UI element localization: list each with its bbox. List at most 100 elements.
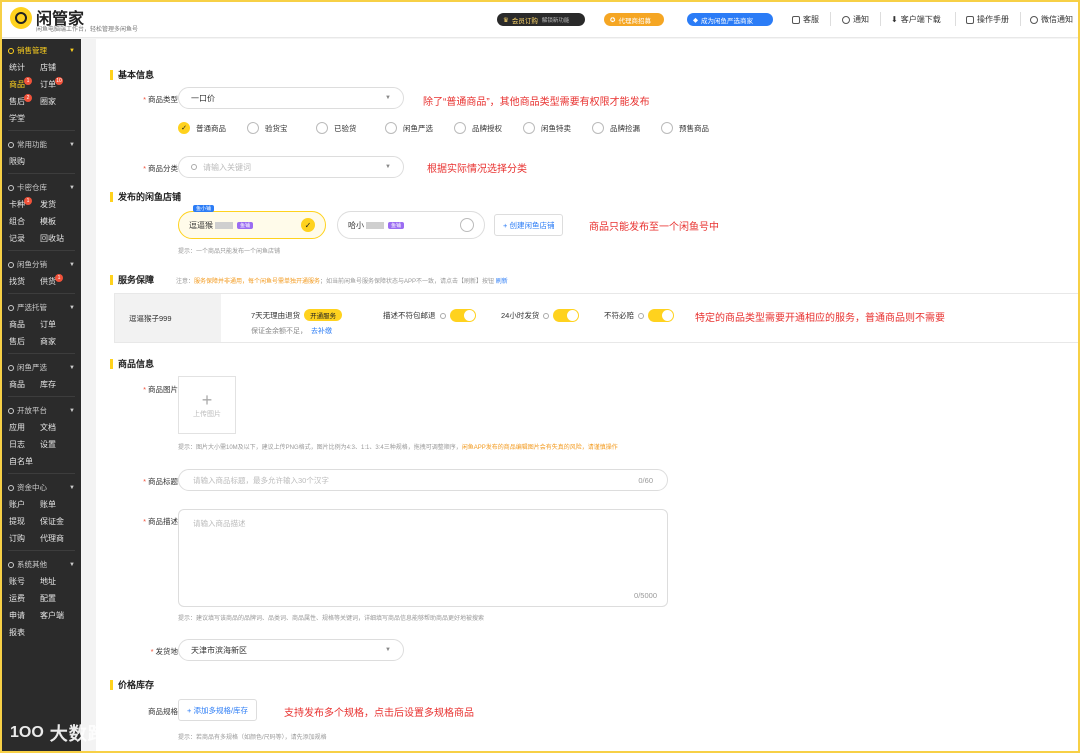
toggle-24h[interactable] [553,309,580,322]
store-card-selected[interactable]: 鱼小铺 逗逼猴 鱼铺 ✓ [178,205,326,239]
chevron-down-icon: ▼ [69,364,75,371]
vip-order-button[interactable]: ♛ 会员订购 解锁新功能 [497,13,585,26]
sidebar-section-header[interactable]: 严选托管 ▼ [2,299,81,316]
sidebar-item[interactable]: 商家 [40,333,80,350]
sidebar-item[interactable]: 运费 [9,590,40,607]
store-card[interactable]: 哈小 鱼铺 [337,211,485,239]
radio-circle-icon [460,218,474,232]
radio-special-sale[interactable]: 闲鱼特卖 [523,122,592,134]
sidebar-item[interactable]: 统计 [9,59,40,76]
radio-label: 预售商品 [679,123,709,133]
product-type-select[interactable]: 一口价 ▼ [178,87,404,109]
sidebar-item[interactable]: 记录 [9,230,40,247]
create-store-button[interactable]: + 创建闲鱼店铺 [494,214,564,236]
section-store: 发布的闲鱼店铺 [110,192,181,202]
sidebar-item[interactable]: 订单 10 [40,76,80,93]
agent-recruit-button[interactable]: ✪ 代理商招募 [604,13,664,26]
sidebar-section-header[interactable]: 销售管理 ▼ [2,42,81,59]
top-link-service[interactable]: 客服 [792,14,819,25]
sidebar-item[interactable]: 圈家 [40,93,80,110]
sidebar-section-header[interactable]: 开放平台 ▼ [2,402,81,419]
toggle-mismatch[interactable] [449,309,476,322]
sidebar-item[interactable]: 供货 1 [40,273,80,290]
add-spec-button[interactable]: + 添加多规格/库存 [178,699,258,721]
top-link-notify[interactable]: 通知 [842,14,869,25]
sidebar-item[interactable]: 保证金 [40,513,80,530]
sidebar-item[interactable]: 找货 [9,273,40,290]
sidebar-item[interactable]: 配置 [40,590,80,607]
top-link-download[interactable]: ⬇ 客户端下载 [891,14,941,25]
sidebar-item-label: 订购 [9,534,25,543]
sidebar-item[interactable]: 店铺 [40,59,80,76]
title-input[interactable]: 请输入商品标题，最多允许输入30个汉字 0/60 [178,469,668,491]
sidebar-item[interactable]: 商品 [9,376,40,393]
sidebar-item[interactable]: 报表 [9,624,40,641]
sidebar-item[interactable]: 学堂 [9,110,40,127]
radio-brand-bargain[interactable]: 品牌捡漏 [592,122,661,134]
sidebar-section-header[interactable]: 卡密仓库 ▼ [2,179,81,196]
sidebar-section-header[interactable]: 常用功能 ▼ [2,136,81,153]
sidebar-item[interactable]: 回收站 [40,230,80,247]
sidebar-item[interactable]: 售后 2 [9,93,40,110]
sidebar-item[interactable]: 限购 [9,153,40,170]
top-link-manual[interactable]: 操作手册 [966,14,1009,25]
help-icon[interactable] [439,312,446,319]
sidebar-section-header[interactable]: 系统其他 ▼ [2,556,81,573]
radio-brand-auth[interactable]: 品牌授权 [454,122,523,134]
sidebar-item-label: 账号 [9,577,25,586]
sidebar-item[interactable]: 自名单 [9,453,40,470]
ship-from-select[interactable]: 天津市滨海新区 ▼ [178,639,404,661]
sidebar-item[interactable]: 日志 [9,436,40,453]
toggle-compensation[interactable] [648,309,674,322]
sidebar-item[interactable]: 申请 [9,607,40,624]
refresh-link[interactable]: 刷新 [496,279,508,285]
sidebar-item[interactable]: 设置 [40,436,80,453]
sidebar-item[interactable]: 发货 [40,196,80,213]
sidebar-item[interactable]: 库存 [40,376,80,393]
sidebar-section-header[interactable]: 资金中心 ▼ [2,479,81,496]
sidebar-item[interactable]: 订购 [9,530,40,547]
sidebar-item[interactable]: 地址 [40,573,80,590]
service-store-name: 逗逼猴子999 [115,294,221,342]
sidebar-item[interactable]: 商品 1 [9,76,40,93]
service-label: 7天无理由退货 [251,310,301,320]
sidebar-item[interactable]: 文档 [40,419,80,436]
sidebar-item[interactable]: 提现 [9,513,40,530]
sidebar-item-label: 商品 [9,320,25,329]
chevron-down-icon: ▼ [385,95,391,101]
sidebar-item[interactable]: 组合 [9,213,40,230]
sidebar-item[interactable]: 账号 [9,573,40,590]
radio-circle-icon [385,122,397,134]
sidebar-item-label: 限购 [9,157,25,166]
sidebar-item[interactable]: 卡种 1 [9,196,40,213]
radio-yanxuan[interactable]: 闲鱼严选 [385,122,454,134]
yanxuan-merchant-button[interactable]: ◆ 成为闲鱼严选商家 [687,13,773,26]
sidebar-item[interactable]: 账户 [9,496,40,513]
sidebar-item[interactable]: 模板 [40,213,80,230]
sidebar-item[interactable]: 商品 [9,316,40,333]
help-icon[interactable] [543,312,550,319]
sidebar-item[interactable]: 代理商 [40,530,80,547]
sidebar-section-header[interactable]: 闲鱼严选 ▼ [2,359,81,376]
sidebar-item[interactable]: 客户端 [40,607,80,624]
section-icon [8,407,14,414]
top-up-link[interactable]: 去补缴 [311,328,332,335]
sidebar-item[interactable]: 账单 [40,496,80,513]
open-service-button[interactable]: 开通服务 [304,309,343,321]
radio-normal[interactable]: ✓ 普通商品 [178,122,247,134]
radio-presale[interactable]: 预售商品 [661,122,730,134]
upload-image-button[interactable]: + 上传图片 [178,376,236,434]
top-link-wechat[interactable]: 微信通知 [1030,14,1073,25]
chevron-down-icon: ▼ [69,561,75,568]
sidebar-section-header[interactable]: 闲鱼分销 ▼ [2,256,81,273]
sidebar-item[interactable]: 订单 [40,316,80,333]
description-textarea[interactable]: 请输入商品描述 0/5000 [178,509,668,607]
radio-label: 验货宝 [265,123,288,133]
radio-inspected[interactable]: 已验货 [316,122,385,134]
sidebar-item[interactable]: 售后 [9,333,40,350]
help-icon[interactable] [638,312,644,319]
sidebar-item-label: 应用 [9,423,25,432]
sidebar-item[interactable]: 应用 [9,419,40,436]
radio-yanhuobao[interactable]: 验货宝 [247,122,316,134]
category-select[interactable]: 请输入关键词 ▼ [178,156,404,178]
